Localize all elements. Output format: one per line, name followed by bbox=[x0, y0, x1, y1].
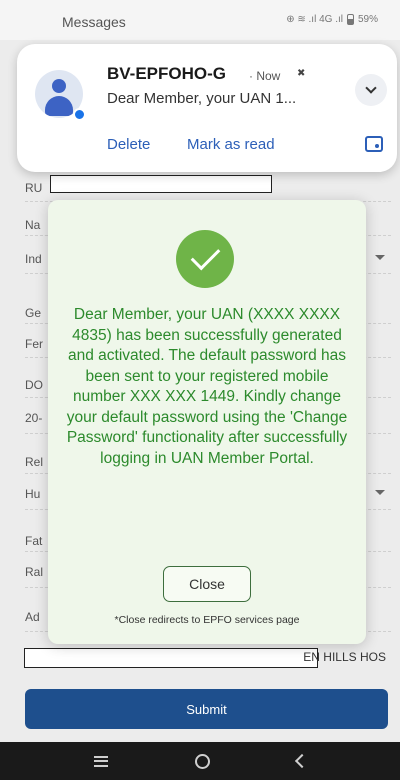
mark-as-read-button[interactable]: Mark as read bbox=[187, 136, 275, 153]
redaction-box bbox=[24, 648, 318, 668]
success-dialog: Dear Member, your UAN (XXXX XXXX 4835) h… bbox=[48, 200, 366, 644]
copy-otp-icon[interactable] bbox=[365, 136, 383, 152]
field-label: Fat bbox=[25, 534, 43, 548]
delete-button[interactable]: Delete bbox=[107, 136, 150, 153]
field-label: Na bbox=[25, 218, 41, 232]
field-label: RU bbox=[25, 181, 43, 195]
field-value: Hu bbox=[25, 487, 41, 501]
submit-button[interactable]: Submit bbox=[25, 689, 388, 729]
home-icon[interactable] bbox=[194, 753, 210, 769]
messages-badge-icon bbox=[73, 108, 86, 121]
notification-time: · Now bbox=[249, 69, 281, 83]
field-value: Ral bbox=[25, 565, 44, 579]
field-label: Ge bbox=[25, 306, 42, 320]
field-label: Ad bbox=[25, 610, 40, 624]
chevron-down-icon bbox=[365, 82, 377, 94]
status-icons: ⊕ ≋ .ıl 4G .ıl 59% bbox=[286, 14, 378, 25]
bell-off-icon: ✖ bbox=[297, 68, 306, 79]
status-bar: Messages ⊕ ≋ .ıl 4G .ıl 59% bbox=[0, 0, 400, 40]
dropdown-caret-icon bbox=[375, 255, 385, 260]
redirect-note: *Close redirects to EPFO services page bbox=[114, 614, 300, 626]
battery-icon bbox=[346, 14, 354, 25]
success-check-icon bbox=[176, 230, 234, 288]
redaction-box bbox=[50, 175, 272, 193]
sms-notification[interactable]: BV-EPFOHO-G · Now ✖ Dear Member, your UA… bbox=[17, 44, 397, 172]
status-app-name: Messages bbox=[62, 14, 126, 30]
field-value: Fer bbox=[25, 337, 43, 351]
nav-bar bbox=[0, 742, 400, 780]
notification-sender: BV-EPFOHO-G bbox=[107, 64, 227, 83]
notification-preview: Dear Member, your UAN 1... bbox=[107, 90, 297, 107]
field-value: 20- bbox=[25, 411, 43, 425]
signal-icons: ⊕ ≋ .ıl 4G .ıl bbox=[286, 14, 343, 25]
field-label: DO bbox=[25, 378, 43, 392]
battery-level: 59% bbox=[357, 14, 378, 25]
close-button[interactable]: Close bbox=[163, 566, 251, 602]
field-label: Rel bbox=[25, 455, 44, 469]
success-message: Dear Member, your UAN (XXXX XXXX 4835) h… bbox=[66, 306, 348, 467]
back-icon[interactable] bbox=[294, 753, 309, 769]
address-value: EN HILLS HOS bbox=[303, 650, 386, 664]
field-value: Ind bbox=[25, 252, 42, 266]
expand-button[interactable] bbox=[355, 74, 387, 106]
recent-apps-icon[interactable] bbox=[93, 755, 108, 767]
dropdown-caret-icon bbox=[375, 490, 385, 495]
